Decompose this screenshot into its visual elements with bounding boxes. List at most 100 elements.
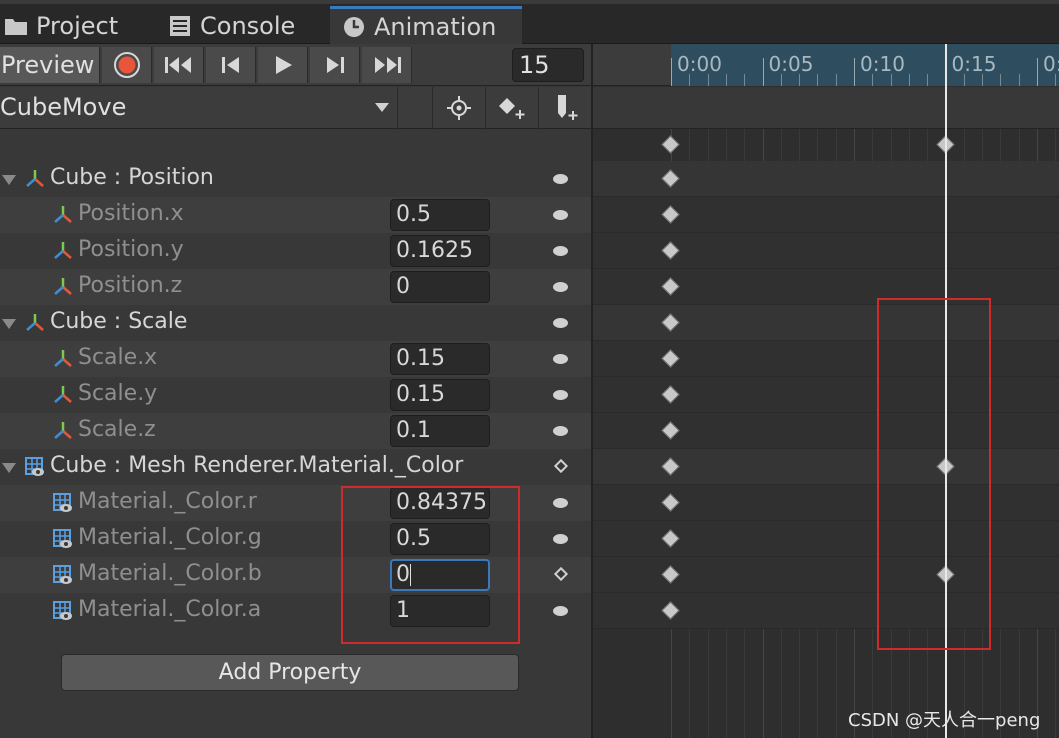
property-name: Cube : Position bbox=[50, 165, 214, 190]
current-frame-field[interactable]: 15 bbox=[512, 48, 584, 82]
property-value-field[interactable]: 0 bbox=[390, 271, 490, 303]
preview-button[interactable]: Preview bbox=[0, 47, 100, 83]
property-name: Cube : Scale bbox=[50, 309, 188, 334]
keyframe-dot-icon[interactable] bbox=[553, 174, 568, 184]
tab-console[interactable]: Console bbox=[168, 8, 328, 44]
ruler-minor-tick bbox=[725, 74, 727, 86]
foldout-arrow-icon[interactable] bbox=[2, 319, 16, 329]
property-value: 0.5 bbox=[396, 202, 431, 227]
keyframe-dot-icon[interactable] bbox=[553, 354, 568, 364]
keyframe-diamond-icon[interactable] bbox=[553, 566, 569, 582]
property-value: 0.15 bbox=[396, 346, 445, 371]
property-group-row[interactable]: Cube : Position bbox=[0, 161, 591, 197]
property-name: Material._Color.g bbox=[78, 525, 262, 550]
property-value-field[interactable]: 0.1 bbox=[390, 415, 490, 447]
next-keyframe-button[interactable] bbox=[310, 47, 360, 83]
keyframe-dot-icon[interactable] bbox=[553, 498, 568, 508]
ruler-minor-tick bbox=[799, 74, 801, 86]
play-icon bbox=[275, 56, 292, 74]
event-track[interactable] bbox=[593, 87, 1059, 129]
add-keyframe-button[interactable] bbox=[485, 87, 537, 129]
property-name: Scale.x bbox=[78, 345, 158, 370]
ruler-minor-tick bbox=[872, 74, 874, 86]
playback-toolbar: Preview 15 bbox=[0, 44, 591, 86]
keyframe-dot-icon[interactable] bbox=[553, 318, 568, 328]
property-row[interactable]: Position.z 0 bbox=[0, 269, 591, 305]
keyframe-dot-icon[interactable] bbox=[553, 390, 568, 400]
previous-keyframe-button[interactable] bbox=[206, 47, 256, 83]
ruler-major-tick bbox=[1037, 58, 1038, 86]
property-value-field[interactable]: 0.15 bbox=[390, 379, 490, 411]
ruler-major-tick bbox=[671, 58, 672, 86]
ruler-minor-tick bbox=[689, 74, 691, 86]
keyframe-dot-icon[interactable] bbox=[553, 282, 568, 292]
keyframe-dot-icon[interactable] bbox=[553, 534, 568, 544]
add-event-button[interactable] bbox=[538, 87, 590, 129]
first-key-icon bbox=[164, 57, 191, 73]
property-row[interactable]: Scale.z 0.1 bbox=[0, 413, 591, 449]
property-group-row[interactable]: Cube : Mesh Renderer.Material._Color bbox=[0, 449, 591, 485]
annotation-highlight-box bbox=[877, 298, 991, 650]
time-ruler[interactable]: 0:00 0:05 0:10 0:15 0:20 bbox=[593, 44, 1059, 86]
first-keyframe-button[interactable] bbox=[154, 47, 204, 83]
record-icon bbox=[113, 52, 140, 78]
transform-icon bbox=[54, 206, 72, 223]
filter-by-selection-icon bbox=[446, 96, 471, 120]
tab-animation-label: Animation bbox=[374, 12, 497, 41]
property-name: Material._Color.b bbox=[78, 561, 262, 586]
property-row[interactable]: Position.y 0.1625 bbox=[0, 233, 591, 269]
keyframe-dot-icon[interactable] bbox=[553, 426, 568, 436]
keyframe-diamond-icon[interactable] bbox=[553, 458, 569, 474]
play-button[interactable] bbox=[258, 47, 308, 83]
property-name: Scale.z bbox=[78, 417, 156, 442]
console-icon bbox=[170, 16, 190, 36]
foldout-arrow-icon[interactable] bbox=[2, 175, 16, 185]
window-tab-bar: Project Console Animation bbox=[0, 0, 1059, 44]
ruler-tick-label: 0:05 bbox=[768, 52, 814, 76]
property-value: 0.1625 bbox=[396, 238, 473, 263]
record-button[interactable] bbox=[102, 47, 152, 83]
keyframe-dot-icon[interactable] bbox=[553, 246, 568, 256]
property-value-field[interactable]: 0.5 bbox=[390, 199, 490, 231]
property-value: 0 bbox=[396, 274, 410, 299]
last-keyframe-button[interactable] bbox=[362, 47, 412, 83]
add-event-icon bbox=[557, 95, 577, 120]
keyframe-dot-icon[interactable] bbox=[553, 210, 568, 220]
dopesheet-timeline[interactable]: 0:00 0:05 0:10 0:15 0:20 bbox=[591, 44, 1059, 738]
transform-icon bbox=[54, 278, 72, 295]
mesh-renderer-icon bbox=[53, 493, 72, 512]
ruler-tick-label: 0:00 bbox=[677, 52, 722, 76]
property-value-field[interactable]: 0.1625 bbox=[390, 235, 490, 267]
ruler-major-tick bbox=[854, 58, 855, 86]
property-value-field[interactable]: 0.15 bbox=[390, 343, 490, 375]
property-name: Position.y bbox=[78, 237, 184, 262]
summary-keyframe[interactable] bbox=[661, 135, 680, 154]
keyframe-dot-icon[interactable] bbox=[553, 606, 568, 616]
ruler-minor-tick bbox=[707, 74, 709, 86]
ruler-minor-tick bbox=[1055, 74, 1057, 86]
property-row[interactable]: Scale.y 0.15 bbox=[0, 377, 591, 413]
ruler-tick-label: 0:15 bbox=[951, 52, 997, 76]
ruler-tick-label: 0:10 bbox=[860, 52, 905, 76]
clip-dropdown[interactable]: CubeMove bbox=[0, 87, 398, 129]
add-keyframe-icon bbox=[498, 98, 524, 119]
ruler-minor-tick bbox=[835, 74, 837, 86]
tab-console-label: Console bbox=[200, 12, 296, 40]
ruler-tick-label: 0:20 bbox=[1043, 52, 1059, 76]
ruler-minor-tick bbox=[927, 74, 929, 86]
foldout-arrow-icon[interactable] bbox=[2, 463, 16, 473]
add-property-button[interactable]: Add Property bbox=[61, 654, 519, 691]
ruler-minor-tick bbox=[817, 74, 819, 86]
filter-by-selection-button[interactable] bbox=[432, 87, 484, 129]
transform-icon bbox=[54, 422, 72, 439]
mesh-renderer-icon bbox=[53, 565, 72, 584]
tab-project[interactable]: Project bbox=[0, 8, 160, 44]
property-row[interactable]: Position.x 0.5 bbox=[0, 197, 591, 233]
property-row[interactable]: Scale.x 0.15 bbox=[0, 341, 591, 377]
property-group-row[interactable]: Cube : Scale bbox=[0, 305, 591, 341]
clock-icon bbox=[344, 16, 364, 37]
tab-animation[interactable]: Animation bbox=[330, 6, 522, 44]
ruler-major-tick bbox=[762, 58, 764, 86]
property-name: Position.z bbox=[78, 273, 183, 298]
ruler-minor-tick bbox=[890, 74, 892, 86]
